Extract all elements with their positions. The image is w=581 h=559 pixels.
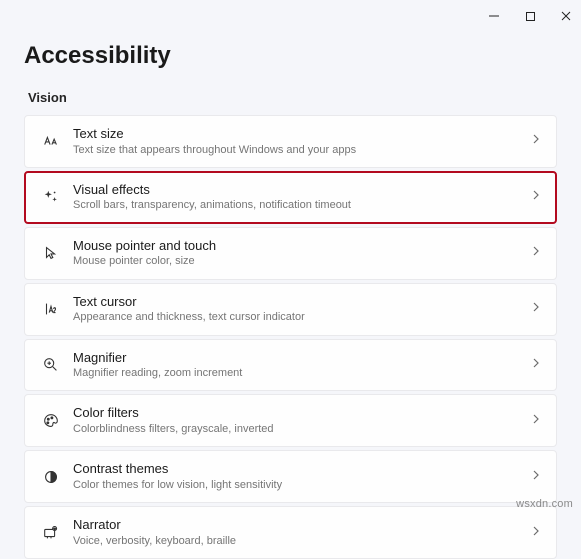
page-title: Accessibility xyxy=(24,42,557,70)
chevron-right-icon xyxy=(530,356,542,374)
text-size-icon xyxy=(35,132,67,150)
item-title: Contrast themes xyxy=(73,461,530,477)
item-subtitle: Text size that appears throughout Window… xyxy=(73,143,530,157)
chevron-right-icon xyxy=(530,300,542,318)
svg-text:?: ? xyxy=(53,527,55,531)
item-color-filters[interactable]: Color filters Colorblindness filters, gr… xyxy=(24,394,557,447)
item-mouse-pointer[interactable]: Mouse pointer and touch Mouse pointer co… xyxy=(24,227,557,280)
chevron-right-icon xyxy=(530,132,542,150)
settings-list: Text size Text size that appears through… xyxy=(24,115,557,559)
item-subtitle: Scroll bars, transparency, animations, n… xyxy=(73,198,530,212)
narrator-icon: ? xyxy=(35,524,67,542)
item-text-size[interactable]: Text size Text size that appears through… xyxy=(24,115,557,168)
item-title: Text size xyxy=(73,126,530,142)
chevron-right-icon xyxy=(530,524,542,542)
item-title: Magnifier xyxy=(73,350,530,366)
item-subtitle: Mouse pointer color, size xyxy=(73,254,530,268)
minimize-button[interactable] xyxy=(485,7,503,25)
item-title: Text cursor xyxy=(73,294,530,310)
mouse-pointer-icon xyxy=(35,244,67,262)
item-title: Mouse pointer and touch xyxy=(73,238,530,254)
visual-effects-icon xyxy=(35,188,67,206)
item-subtitle: Voice, verbosity, keyboard, braille xyxy=(73,534,530,548)
item-visual-effects[interactable]: Visual effects Scroll bars, transparency… xyxy=(24,171,557,224)
item-text-cursor[interactable]: Text cursor Appearance and thickness, te… xyxy=(24,283,557,336)
contrast-themes-icon xyxy=(35,468,67,486)
chevron-right-icon xyxy=(530,412,542,430)
item-subtitle: Appearance and thickness, text cursor in… xyxy=(73,310,530,324)
maximize-button[interactable] xyxy=(521,7,539,25)
item-title: Color filters xyxy=(73,405,530,421)
item-subtitle: Color themes for low vision, light sensi… xyxy=(73,478,530,492)
color-filters-icon xyxy=(35,412,67,430)
watermark: wsxdn.com xyxy=(516,498,573,510)
close-button[interactable] xyxy=(557,7,575,25)
item-subtitle: Magnifier reading, zoom increment xyxy=(73,366,530,380)
item-narrator[interactable]: ? Narrator Voice, verbosity, keyboard, b… xyxy=(24,506,557,559)
magnifier-icon xyxy=(35,356,67,374)
item-contrast-themes[interactable]: Contrast themes Color themes for low vis… xyxy=(24,450,557,503)
item-title: Visual effects xyxy=(73,182,530,198)
item-magnifier[interactable]: Magnifier Magnifier reading, zoom increm… xyxy=(24,339,557,392)
window-titlebar xyxy=(0,0,581,32)
item-title: Narrator xyxy=(73,517,530,533)
section-label: Vision xyxy=(28,90,557,105)
chevron-right-icon xyxy=(530,188,542,206)
item-subtitle: Colorblindness filters, grayscale, inver… xyxy=(73,422,530,436)
chevron-right-icon xyxy=(530,468,542,486)
text-cursor-icon xyxy=(35,300,67,318)
chevron-right-icon xyxy=(530,244,542,262)
